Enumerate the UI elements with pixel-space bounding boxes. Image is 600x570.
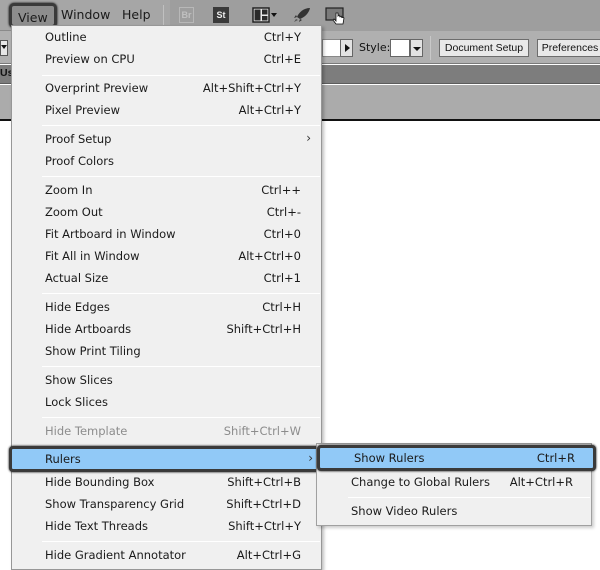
menu-item-show-transparency-grid[interactable]: Show Transparency Grid Shift+Ctrl+D [12,494,321,516]
menu-item-lock-slices[interactable]: Lock Slices [12,392,321,414]
menu-item-label: Show Rulers [354,451,425,465]
menu-item-label: Proof Setup [45,132,112,146]
chevron-down-icon [1,45,7,49]
menu-separator [42,417,320,418]
touch-workspace-icon[interactable] [325,7,347,25]
gpu-performance-icon[interactable] [293,7,311,23]
menu-item-hide-template: Hide Template Shift+Ctrl+W [12,421,321,443]
menu-item-zoom-out[interactable]: Zoom Out Ctrl+- [12,202,321,224]
menu-item-fit-all[interactable]: Fit All in Window Alt+Ctrl+0 [12,246,321,268]
menu-item-change-to-global-rulers[interactable]: Change to Global Rulers Alt+Ctrl+R [317,472,591,494]
menu-window[interactable]: Window [55,4,116,26]
menu-item-shortcut: Ctrl+Y [263,30,301,44]
preferences-button[interactable]: Preferences [537,39,600,57]
menu-item-label: Outline [45,30,87,44]
menu-separator [42,541,320,542]
menu-item-hide-gradient-annotator[interactable]: Hide Gradient Annotator Alt+Ctrl+G [12,545,321,567]
menu-item-shortcut: Ctrl+H [262,300,301,314]
menu-separator [42,293,320,294]
view-menu: Outline Ctrl+Y Preview on CPU Ctrl+E Ove… [9,25,323,570]
menu-item-label: Proof Colors [45,154,114,168]
menu-help[interactable]: Help [116,4,157,26]
menu-item-label: Fit All in Window [45,249,140,263]
menu-item-label: Hide Artboards [45,322,132,336]
submenu-arrow-icon: › [308,451,313,465]
menu-separator [163,5,164,25]
menu-item-shortcut: Ctrl+0 [263,227,301,241]
menu-item-hide-bounding-box[interactable]: Hide Bounding Box Shift+Ctrl+B [12,472,321,494]
menu-item-show-slices[interactable]: Show Slices [12,370,321,392]
menu-separator [42,176,320,177]
menu-item-outline[interactable]: Outline Ctrl+Y [12,27,321,49]
menu-item-rulers[interactable]: Rulers › [9,446,323,472]
menu-item-zoom-in[interactable]: Zoom In Ctrl++ [12,180,321,202]
menu-item-hide-text-threads[interactable]: Hide Text Threads Shift+Ctrl+Y [12,516,321,538]
menu-item-label: Rulers [45,452,81,466]
menu-item-preview-on-cpu[interactable]: Preview on CPU Ctrl+E [12,49,321,71]
menu-item-label: Change to Global Rulers [351,475,490,489]
menu-item-show-video-rulers[interactable]: Show Video Rulers [317,501,591,523]
menu-item-shortcut: Shift+Ctrl+D [226,497,301,511]
style-dropdown-button[interactable] [410,39,423,57]
menu-item-hide-edges[interactable]: Hide Edges Ctrl+H [12,297,321,319]
arrange-documents-icon[interactable] [252,7,278,23]
menu-item-shortcut: Shift+Ctrl+W [223,424,301,438]
menu-item-proof-setup[interactable]: Proof Setup › [12,129,321,151]
menu-item-label: Actual Size [45,271,109,285]
menu-item-actual-size[interactable]: Actual Size Ctrl+1 [12,268,321,290]
menu-item-label: Zoom In [45,183,93,197]
menu-item-label: Hide Gradient Annotator [45,548,186,562]
menu-item-label: Show Video Rulers [351,504,458,518]
menu-item-label: Show Slices [45,373,113,387]
menu-item-shortcut: Shift+Ctrl+Y [228,519,301,533]
bridge-icon[interactable]: Br [179,7,194,23]
menu-item-label: Overprint Preview [45,81,149,95]
menu-separator [348,497,590,498]
menu-separator [42,75,320,76]
style-label: Style: [359,41,391,54]
menu-item-label: Pixel Preview [45,103,121,117]
menu-item-label: Show Transparency Grid [45,497,185,511]
menu-item-show-rulers[interactable]: Show Rulers Ctrl+R [317,445,596,471]
menu-item-shortcut: Alt+Shift+Ctrl+Y [202,81,301,95]
menu-item-shortcut: Ctrl+E [263,52,301,66]
menu-item-shortcut: Ctrl+R [536,451,575,465]
play-arrow-icon[interactable] [340,39,353,57]
menu-item-shortcut: Alt+Ctrl+Y [238,103,301,117]
menu-item-shortcut: Alt+Ctrl+G [236,548,301,562]
submenu-arrow-icon: › [306,131,311,145]
menu-item-label: Preview on CPU [45,52,135,66]
menu-item-shortcut: Ctrl+- [266,205,301,219]
menu-item-show-print-tiling[interactable]: Show Print Tiling [12,341,321,363]
menu-item-label: Zoom Out [45,205,103,219]
stock-icon[interactable]: St [213,7,229,23]
style-swatch[interactable] [390,39,410,57]
opacity-field[interactable] [322,39,340,57]
menu-item-shortcut: Shift+Ctrl+B [227,475,301,489]
control-separator [430,36,431,60]
menu-item-label: Hide Template [45,424,128,438]
menu-item-shortcut: Ctrl++ [261,183,301,197]
menu-item-shortcut: Alt+Ctrl+R [509,475,573,489]
rulers-submenu: Show Rulers Ctrl+R Change to Global Rule… [316,443,596,526]
menu-item-hide-artboards[interactable]: Hide Artboards Shift+Ctrl+H [12,319,321,341]
menu-item-label: Hide Bounding Box [45,475,155,489]
menu-item-label: Lock Slices [45,395,108,409]
menu-item-label: Hide Text Threads [45,519,148,533]
menu-item-shortcut: Alt+Ctrl+0 [238,249,301,263]
menu-separator [42,366,320,367]
menu-item-label: Fit Artboard in Window [45,227,176,241]
document-setup-button[interactable]: Document Setup [439,39,529,57]
menu-item-fit-artboard[interactable]: Fit Artboard in Window Ctrl+0 [12,224,321,246]
menu-item-proof-colors[interactable]: Proof Colors [12,151,321,173]
menu-separator [42,125,320,126]
menu-item-pixel-preview[interactable]: Pixel Preview Alt+Ctrl+Y [12,100,321,122]
menu-item-overprint-preview[interactable]: Overprint Preview Alt+Shift+Ctrl+Y [12,78,321,100]
menu-item-shortcut: Shift+Ctrl+H [226,322,301,336]
menu-item-label: Hide Edges [45,300,110,314]
menu-item-label: Show Print Tiling [45,344,141,358]
menu-item-shortcut: Ctrl+1 [263,271,301,285]
